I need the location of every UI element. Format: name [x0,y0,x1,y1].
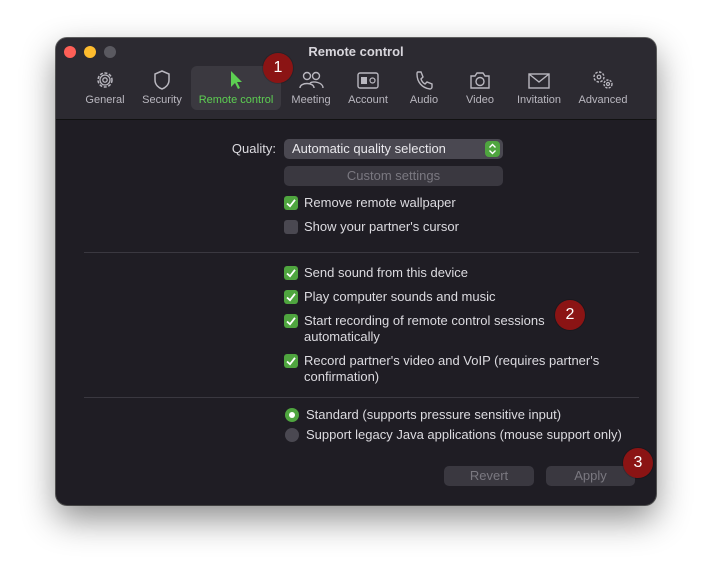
tab-advanced-label: Advanced [578,94,628,106]
show-partner-cursor-checkbox[interactable] [284,220,298,234]
tab-account[interactable]: Account [342,66,394,110]
legacy-java-label: Support legacy Java applications (mouse … [306,427,622,442]
gear-icon [97,72,113,88]
tab-audio-label: Audio [409,94,439,106]
standard-input-radio[interactable] [285,408,299,422]
remove-wallpaper-label: Remove remote wallpaper [304,195,456,210]
updown-chevron-icon [485,141,500,157]
tab-meeting[interactable]: Meeting [286,66,336,110]
tab-invitation[interactable]: Invitation [512,66,566,110]
record-video-voip-label-line2: confirmation) [304,369,380,384]
callout-badge-3: 3 [623,448,653,478]
play-sounds-label: Play computer sounds and music [304,289,496,304]
custom-settings-button[interactable]: Custom settings [284,166,503,186]
camera-icon [470,72,490,89]
envelope-icon [528,73,550,89]
record-video-voip-label-line1: Record partner's video and VoIP (require… [304,353,600,368]
callout-badge-1: 1 [263,53,293,83]
record-video-voip-label: Record partner's video and VoIP (require… [304,353,599,385]
show-partner-cursor-label: Show your partner's cursor [304,219,459,234]
tab-general[interactable]: General [81,66,129,110]
start-recording-checkbox[interactable] [284,314,298,328]
preferences-window: Remote control General Security Remote c… [56,38,656,505]
quality-select-value: Automatic quality selection [292,141,446,156]
divider [84,397,639,398]
send-sound-checkbox[interactable] [284,266,298,280]
start-recording-label-line2: automatically [304,329,380,344]
revert-button[interactable]: Revert [444,466,534,486]
shield-icon [154,70,170,90]
tab-remote-control-label: Remote control [198,94,274,106]
apply-button[interactable]: Apply [546,466,635,486]
callout-badge-2: 2 [555,300,585,330]
tab-general-label: General [85,94,125,106]
legacy-java-radio[interactable] [285,428,299,442]
standard-input-label: Standard (supports pressure sensitive in… [306,407,562,422]
divider [84,252,639,253]
tab-invitation-label: Invitation [516,94,562,106]
remove-wallpaper-checkbox[interactable] [284,196,298,210]
gears-icon [593,71,613,89]
tab-security-label: Security [142,94,182,106]
quality-label: Quality: [231,141,276,156]
window-title: Remote control [308,44,404,59]
start-recording-label-line1: Start recording of remote control sessio… [304,313,545,328]
play-sounds-checkbox[interactable] [284,290,298,304]
tab-security[interactable]: Security [136,66,188,110]
tab-video[interactable]: Video [459,66,501,110]
tab-account-label: Account [348,94,388,106]
tab-video-label: Video [466,94,494,106]
tab-meeting-label: Meeting [291,94,331,106]
send-sound-label: Send sound from this device [304,265,469,280]
phone-icon [416,71,433,90]
id-card-icon [357,72,379,89]
tab-advanced[interactable]: Advanced [574,66,632,110]
start-recording-label: Start recording of remote control sessio… [304,313,545,345]
people-icon [299,71,324,89]
cursor-icon [231,71,242,89]
titlebar: Remote control General Security Remote c… [56,38,656,120]
record-video-voip-checkbox[interactable] [284,354,298,368]
tab-audio[interactable]: Audio [403,66,445,110]
quality-select[interactable]: Automatic quality selection [284,139,503,159]
